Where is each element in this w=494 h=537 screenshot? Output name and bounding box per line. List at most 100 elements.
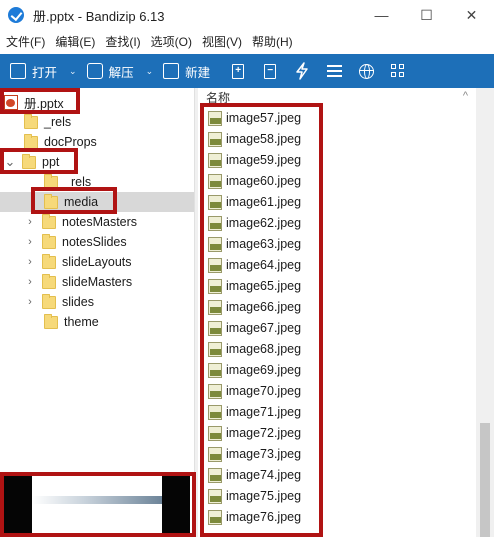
scrollbar-thumb[interactable] <box>480 423 490 537</box>
chevron-right-icon[interactable]: › <box>24 276 36 288</box>
file-name: image65.jpeg <box>226 279 302 293</box>
file-row[interactable]: image60.jpeg <box>198 171 301 191</box>
remove-file-button[interactable]: − <box>254 54 286 88</box>
file-name: image60.jpeg <box>226 174 302 188</box>
folder-icon <box>44 313 58 329</box>
file-name: image71.jpeg <box>226 405 302 419</box>
tree-item-label: _rels <box>44 115 72 129</box>
extract-button[interactable]: 解压 <box>81 54 140 88</box>
vertical-scrollbar[interactable] <box>476 88 494 537</box>
chevron-right-icon[interactable]: › <box>24 236 36 248</box>
jpeg-file-icon <box>208 383 222 399</box>
toolbar: 打开 ⌄ 解压 ⌄ 新建 + − <box>0 54 494 88</box>
close-button[interactable]: ✕ <box>449 0 494 30</box>
file-row[interactable]: image76.jpeg <box>198 507 301 527</box>
add-file-button[interactable]: + <box>222 54 254 88</box>
file-row[interactable]: image65.jpeg <box>198 276 301 296</box>
file-row[interactable]: image70.jpeg <box>198 381 301 401</box>
chevron-right-icon[interactable]: › <box>24 216 36 228</box>
chevron-right-icon[interactable]: › <box>24 296 36 308</box>
file-row[interactable]: image63.jpeg <box>198 234 301 254</box>
jpeg-file-icon <box>208 467 222 483</box>
file-name: image68.jpeg <box>226 342 302 356</box>
tree-item-slidemasters[interactable]: › slideMasters <box>24 272 132 292</box>
jpeg-file-icon <box>208 173 222 189</box>
tree-item-notesslides[interactable]: › notesSlides <box>24 232 127 252</box>
file-row[interactable]: image73.jpeg <box>198 444 301 464</box>
image-preview <box>4 476 194 537</box>
column-header-label: 名称 <box>206 90 231 105</box>
new-archive-icon <box>163 63 180 79</box>
file-row[interactable]: image66.jpeg <box>198 297 301 317</box>
tree-item-label: media <box>64 195 99 209</box>
tree-item-ppt[interactable]: ⌄ ppt <box>4 152 59 172</box>
file-row[interactable]: image58.jpeg <box>198 129 301 149</box>
chevron-down-icon[interactable]: ⌄ <box>4 154 16 170</box>
jpeg-file-icon <box>208 152 222 168</box>
file-name: image76.jpeg <box>226 510 302 524</box>
web-button[interactable] <box>350 54 382 88</box>
file-row[interactable]: image67.jpeg <box>198 318 301 338</box>
file-name: image69.jpeg <box>226 363 302 377</box>
file-row[interactable]: image62.jpeg <box>198 213 301 233</box>
file-row[interactable]: image64.jpeg <box>198 255 301 275</box>
file-row[interactable]: image69.jpeg <box>198 360 301 380</box>
extract-dropdown-chevron-icon[interactable]: ⌄ <box>142 66 158 77</box>
menu-find[interactable]: 查找(I) <box>100 33 145 50</box>
file-list: image57.jpeg image58.jpeg image59.jpeg imag… <box>198 108 476 537</box>
jpeg-file-icon <box>208 194 222 210</box>
menu-file[interactable]: 文件(F) <box>0 33 50 50</box>
chevron-right-icon[interactable]: › <box>24 256 36 268</box>
folder-icon <box>24 113 38 129</box>
open-dropdown-chevron-icon[interactable]: ⌄ <box>65 66 81 77</box>
file-row[interactable]: image75.jpeg <box>198 486 301 506</box>
tree-item-ppt-rels[interactable]: _rels <box>44 172 91 192</box>
jpeg-file-icon <box>208 425 222 441</box>
file-row[interactable]: image74.jpeg <box>198 465 301 485</box>
tree-item-docprops[interactable]: docProps <box>24 132 97 152</box>
jpeg-file-icon <box>208 488 222 504</box>
preview-right-band <box>162 476 190 537</box>
tree-root[interactable]: 册.pptx <box>4 92 64 112</box>
maximize-button[interactable]: ☐ <box>404 0 449 30</box>
file-name: image73.jpeg <box>226 447 302 461</box>
add-file-icon: + <box>232 63 245 79</box>
list-view-button[interactable] <box>318 54 350 88</box>
file-row[interactable]: image71.jpeg <box>198 402 301 422</box>
file-name: image57.jpeg <box>226 111 302 125</box>
file-name: image64.jpeg <box>226 258 302 272</box>
file-row[interactable]: image68.jpeg <box>198 339 301 359</box>
minimize-button[interactable]: — <box>359 0 404 30</box>
file-name: image67.jpeg <box>226 321 302 335</box>
open-button[interactable]: 打开 <box>0 54 63 88</box>
file-name: image75.jpeg <box>226 489 302 503</box>
file-row[interactable]: image59.jpeg <box>198 150 301 170</box>
menu-edit[interactable]: 编辑(E) <box>50 33 100 50</box>
lightning-icon <box>296 62 308 80</box>
menu-help[interactable]: 帮助(H) <box>247 33 298 50</box>
new-archive-button[interactable]: 新建 <box>157 54 216 88</box>
tree-item-slides[interactable]: › slides <box>24 292 94 312</box>
file-name: image66.jpeg <box>226 300 302 314</box>
tree-item-rels[interactable]: _rels <box>24 112 71 132</box>
file-row[interactable]: image72.jpeg <box>198 423 301 443</box>
file-name: image72.jpeg <box>226 426 302 440</box>
file-row[interactable]: image57.jpeg <box>198 108 301 128</box>
tree-item-theme[interactable]: theme <box>44 312 99 332</box>
preview-gradient-bar <box>32 496 162 504</box>
tree-item-notesmasters[interactable]: › notesMasters <box>24 212 137 232</box>
tree-item-media[interactable]: media <box>0 192 194 212</box>
menu-options[interactable]: 选项(O) <box>146 33 197 50</box>
test-archive-button[interactable] <box>286 54 318 88</box>
file-row[interactable]: image61.jpeg <box>198 192 301 212</box>
folder-icon <box>24 133 38 149</box>
column-header-name[interactable]: 名称 ^ <box>198 88 476 106</box>
tree-item-slidelayouts[interactable]: › slideLayouts <box>24 252 132 272</box>
pptx-file-icon <box>4 94 18 110</box>
jpeg-file-icon <box>208 299 222 315</box>
jpeg-file-icon <box>208 509 222 525</box>
menu-view[interactable]: 视图(V) <box>197 33 247 50</box>
file-name: image59.jpeg <box>226 153 302 167</box>
grid-view-button[interactable] <box>382 54 414 88</box>
remove-file-icon: − <box>264 63 277 79</box>
